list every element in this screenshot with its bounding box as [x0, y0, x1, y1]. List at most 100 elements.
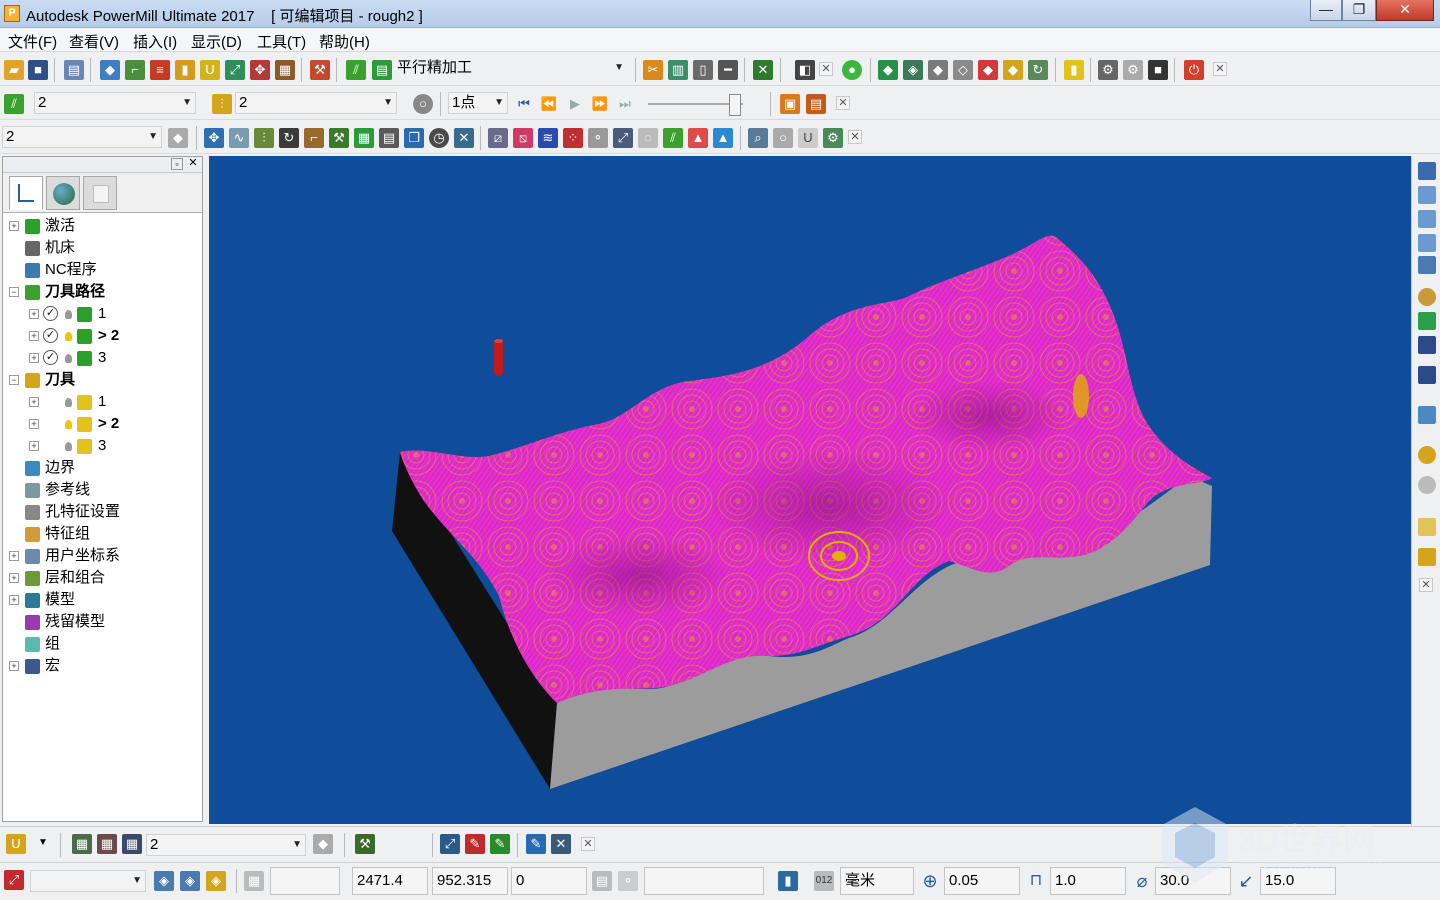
tab-web[interactable]: [46, 176, 80, 210]
table-icon[interactable]: ▤: [592, 871, 612, 891]
tree-item-hole-feature-sets[interactable]: 孔特征设置: [3, 501, 202, 523]
measure-icon[interactable]: ▯: [693, 60, 713, 80]
zoom-out-icon[interactable]: [1418, 336, 1436, 354]
expand-icon[interactable]: +: [9, 551, 19, 561]
magnet-icon[interactable]: U: [798, 128, 818, 148]
select-all-icon[interactable]: ✥: [204, 128, 224, 148]
simulation-play-icon[interactable]: ●: [842, 60, 862, 80]
light-bulb-icon[interactable]: ○: [413, 94, 433, 114]
tool-holder-icon[interactable]: ▦: [72, 834, 92, 854]
tree-item-tool-3[interactable]: +3: [3, 435, 202, 457]
tree-item-pattern[interactable]: 参考线: [3, 479, 202, 501]
expand-icon[interactable]: +: [9, 573, 19, 583]
toolpath-icon[interactable]: ⫽: [346, 60, 366, 80]
gray-block-icon[interactable]: ◆: [928, 60, 948, 80]
layer-gray-icon[interactable]: ◆: [313, 834, 333, 854]
tree-item-models[interactable]: + 模型: [3, 589, 202, 611]
rapid-move-icon[interactable]: ⌐: [125, 60, 145, 80]
close-button[interactable]: ✕: [1376, 0, 1434, 21]
table-icon[interactable]: ▤: [379, 128, 399, 148]
feeds-speeds-icon[interactable]: ≡: [150, 60, 170, 80]
close-toolbar-icon[interactable]: ✕: [1419, 578, 1433, 592]
close-toolbar-icon[interactable]: ✕: [581, 837, 595, 851]
workplane-icon[interactable]: ⤢: [4, 870, 24, 890]
step-forward-icon[interactable]: ⏩: [590, 94, 610, 114]
view-top-icon[interactable]: [1418, 162, 1436, 180]
tool-icon[interactable]: ▮: [175, 60, 195, 80]
tree-item-stock-models[interactable]: 残留模型: [3, 611, 202, 633]
collapse-icon[interactable]: −: [9, 287, 19, 297]
block-outline-icon[interactable]: ◇: [953, 60, 973, 80]
clock-icon[interactable]: ◷: [429, 128, 449, 148]
strategy-icon[interactable]: ▤: [372, 60, 392, 80]
points-icon[interactable]: ⁘: [563, 128, 583, 148]
pattern-select[interactable]: 2 ▼: [2, 126, 162, 148]
point-red-icon[interactable]: ✎: [465, 834, 485, 854]
shaded-view-icon[interactable]: [1418, 406, 1436, 424]
tree-item-active[interactable]: + 激活: [3, 215, 202, 237]
workplane-create-icon[interactable]: ◈: [206, 871, 226, 891]
block-icon[interactable]: ◆: [100, 60, 120, 80]
shaded-view-icon[interactable]: ◆: [878, 60, 898, 80]
point-green-icon[interactable]: ✎: [490, 834, 510, 854]
tool-shade-icon[interactable]: ◆: [1003, 60, 1023, 80]
tree-item-toolpath-3[interactable]: + ✓ 3: [3, 347, 202, 369]
stock-model-icon[interactable]: ◈: [903, 60, 923, 80]
tab-recycle[interactable]: [83, 176, 117, 210]
workplane-align-icon[interactable]: ◈: [154, 871, 174, 891]
expand-icon[interactable]: +: [29, 397, 39, 407]
chevron-down-icon[interactable]: ▼: [38, 837, 48, 848]
checkmark-icon[interactable]: ✓: [43, 328, 58, 343]
grid-icon[interactable]: ▦: [244, 871, 264, 891]
simulation-options-icon[interactable]: ▤: [806, 94, 826, 114]
tree-item-toolpath-2[interactable]: + ✓ > 2: [3, 325, 202, 347]
ruler-icon[interactable]: ━: [718, 60, 738, 80]
calculate-icon[interactable]: ⚒: [310, 60, 330, 80]
simulation-window-icon[interactable]: ▣: [780, 94, 800, 114]
tree-item-tools[interactable]: − 刀具: [3, 369, 202, 391]
contour-icon[interactable]: ≋: [538, 128, 558, 148]
undo-view-icon[interactable]: [1418, 548, 1436, 566]
blue-shape-icon[interactable]: ▲: [713, 128, 733, 148]
menu-tools[interactable]: 工具(T): [257, 31, 306, 52]
layer-icon[interactable]: ◆: [168, 128, 188, 148]
light-bulb-icon[interactable]: [65, 354, 72, 363]
tree-item-machine[interactable]: 机床: [3, 237, 202, 259]
expand-icon[interactable]: +: [9, 661, 19, 671]
tolerance-field[interactable]: 0.05: [944, 867, 1020, 895]
workplane-select[interactable]: ▼: [30, 870, 146, 892]
expand-icon[interactable]: +: [29, 331, 39, 341]
close-toolbar-icon[interactable]: ✕: [836, 96, 850, 110]
tree-item-toolpath-1[interactable]: + ✓ 1: [3, 303, 202, 325]
tree-item-nc-program[interactable]: NC程序: [3, 259, 202, 281]
zoom-area-icon[interactable]: ⌕: [748, 128, 768, 148]
machine-disabled-icon[interactable]: ⚙: [1123, 60, 1143, 80]
distance-icon[interactable]: ⚬: [618, 871, 638, 891]
view-mode-icon[interactable]: ⧄: [488, 128, 508, 148]
leads-links-icon[interactable]: ⤢: [225, 60, 245, 80]
speed-slider-thumb[interactable]: [729, 94, 741, 116]
start-point-icon[interactable]: ✥: [250, 60, 270, 80]
tree-item-feature-groups[interactable]: 特征组: [3, 523, 202, 545]
expand-icon[interactable]: +: [29, 353, 39, 363]
tool-tip-icon[interactable]: ▦: [122, 834, 142, 854]
close-toolbar-icon[interactable]: ✕: [848, 130, 862, 144]
workplane-rotate-icon[interactable]: ◈: [180, 871, 200, 891]
drill-icon[interactable]: ⚒: [329, 128, 349, 148]
verify-icon[interactable]: ✂: [643, 60, 663, 80]
stop-icon[interactable]: ⏻: [1184, 60, 1204, 80]
coordinate-icon[interactable]: ⤢: [440, 834, 460, 854]
menu-file[interactable]: 文件(F): [8, 31, 57, 52]
tree-item-tool-1[interactable]: +1: [3, 391, 202, 413]
toolpath-select[interactable]: 2 ▼: [34, 92, 196, 114]
surface-select-icon[interactable]: ⫶: [254, 128, 274, 148]
collapse-icon[interactable]: −: [9, 375, 19, 385]
view-iso1-icon[interactable]: [1418, 186, 1436, 204]
close-toolbar-icon[interactable]: ✕: [819, 62, 833, 76]
tree-item-tool-2[interactable]: + > 2: [3, 413, 202, 435]
thickness-field[interactable]: 1.0: [1050, 867, 1126, 895]
close-toolbar-icon[interactable]: ✕: [1213, 62, 1227, 76]
tree-item-workplanes[interactable]: + 用户坐标系: [3, 545, 202, 567]
toolpath-strategies-icon[interactable]: ▦: [275, 60, 295, 80]
expand-icon[interactable]: +: [29, 441, 39, 451]
